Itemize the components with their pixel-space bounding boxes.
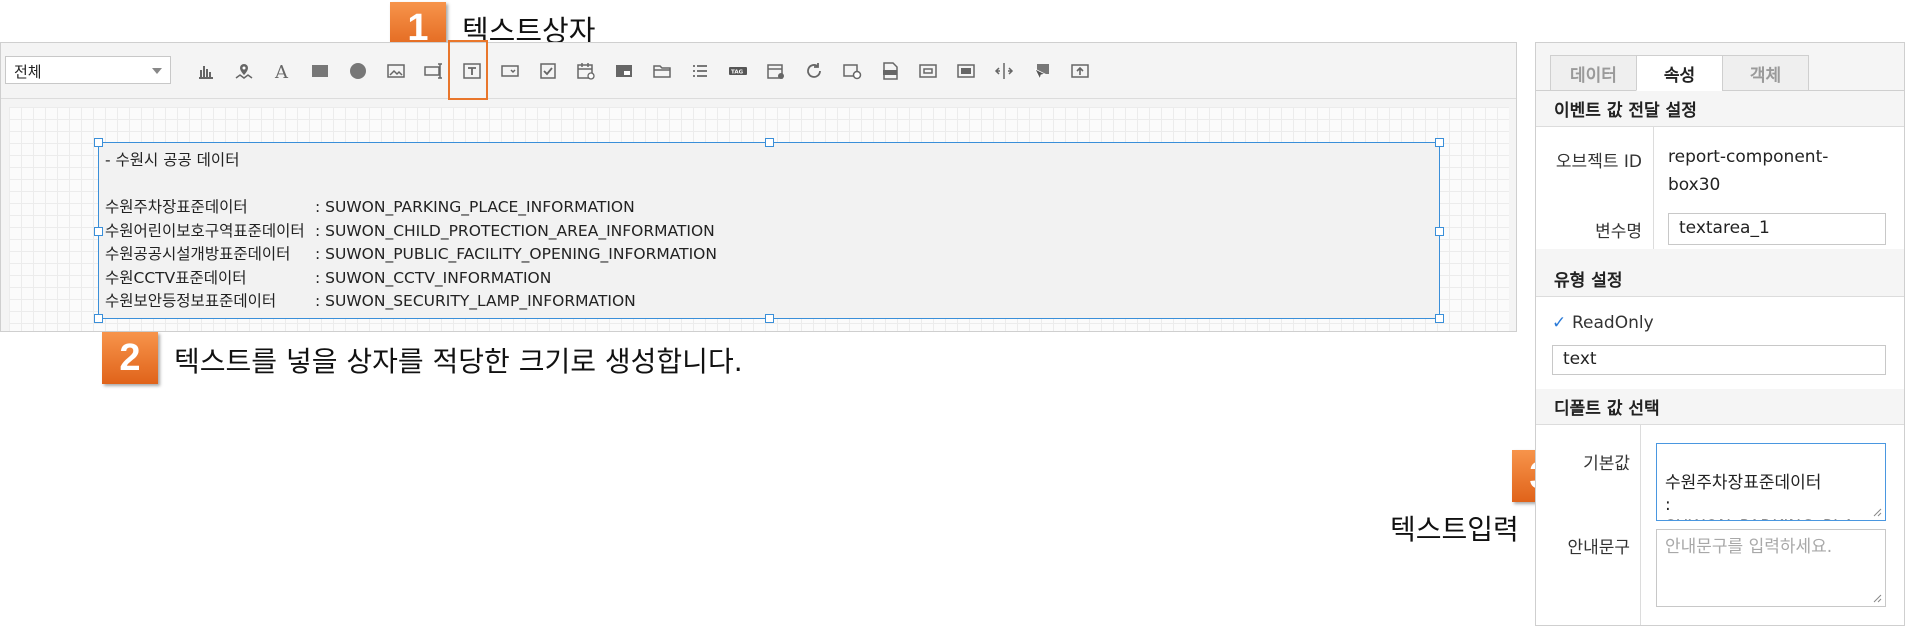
section-event-title: 이벤트 값 전달 설정 [1536, 91, 1904, 127]
frame-icon[interactable] [913, 57, 943, 85]
guide-text-label: 안내문구 [1567, 538, 1630, 558]
folder-icon[interactable] [647, 57, 677, 85]
screen: 1 텍스트상자 전체 A TAG - 수원시 공공 데이터 수원주차장표준데이터… [0, 0, 1905, 626]
textarea-content: - 수원시 공공 데이터 수원주차장표준데이터: SUWON_PARKING_P… [105, 149, 717, 314]
resize-handle-nw[interactable] [94, 138, 103, 147]
component-toolbar: 전체 A TAG [1, 40, 1516, 100]
resize-handle-w[interactable] [94, 227, 103, 236]
date-icon[interactable] [571, 57, 601, 85]
bar-chart-icon[interactable] [191, 57, 221, 85]
cursor-icon[interactable] [1027, 57, 1057, 85]
checkbox-icon[interactable] [533, 57, 563, 85]
tag-icon[interactable]: TAG [723, 57, 753, 85]
readonly-label: ReadOnly [1572, 313, 1654, 333]
dropdown-icon[interactable] [495, 57, 525, 85]
list-icon[interactable] [685, 57, 715, 85]
default-value-textarea[interactable]: 수원주차장표준데이터 : SUWON_PARKING_PLA [1656, 443, 1886, 521]
step-2-badge: 2 [102, 332, 158, 384]
textarea-component[interactable]: - 수원시 공공 데이터 수원주차장표준데이터: SUWON_PARKING_P… [94, 138, 1444, 323]
category-select-value: 전체 [14, 63, 42, 81]
variable-name-label: 변수명 [1595, 222, 1642, 242]
default-value-label: 기본값 [1583, 454, 1630, 474]
tab-objects[interactable]: 객체 [1722, 55, 1809, 91]
map-icon[interactable] [229, 57, 259, 85]
link-icon[interactable] [837, 57, 867, 85]
svg-text:A: A [274, 62, 289, 81]
tab-data[interactable]: 데이터 [1550, 55, 1637, 91]
divider [1640, 425, 1641, 625]
resize-grip-icon[interactable] [1872, 507, 1882, 517]
type-input[interactable]: text [1552, 345, 1886, 375]
chevron-down-icon [152, 68, 162, 74]
step-2-caption: 텍스트를 넣을 상자를 적당한 크기로 생성합니다. [174, 345, 743, 378]
component-icon[interactable] [951, 57, 981, 85]
image-icon[interactable] [381, 57, 411, 85]
data-row: 수원어린이보호구역표준데이터 : SUWON_CHILD_PROTECTION_… [105, 221, 715, 240]
rectangle-icon[interactable] [305, 57, 335, 85]
variable-name-input[interactable]: textarea_1 [1668, 213, 1886, 245]
object-id-label: 오브젝트 ID [1555, 152, 1642, 172]
resize-handle-n[interactable] [765, 138, 774, 147]
split-icon[interactable] [989, 57, 1019, 85]
resize-handle-e[interactable] [1435, 227, 1444, 236]
resize-handle-se[interactable] [1435, 314, 1444, 323]
upload-icon[interactable] [1065, 57, 1095, 85]
resize-handle-s[interactable] [765, 314, 774, 323]
text-icon[interactable]: A [267, 57, 297, 85]
svg-text:TAG: TAG [731, 70, 744, 76]
textarea-heading: - 수원시 공공 데이터 [105, 151, 240, 169]
guide-text-placeholder: 안내문구를 입력하세요. [1665, 537, 1833, 557]
default-value-text: 수원주차장표준데이터 : SUWON_PARKING_PLA [1665, 473, 1855, 520]
resize-handle-ne[interactable] [1435, 138, 1444, 147]
step-3-caption: 텍스트입력 [1390, 513, 1519, 546]
html-icon[interactable] [875, 57, 905, 85]
input-field-icon[interactable] [419, 57, 449, 85]
video-icon[interactable] [609, 57, 639, 85]
data-row: 수원CCTV표준데이터: SUWON_CCTV_INFORMATION [105, 268, 552, 287]
properties-panel: 데이터 속성 객체 이벤트 값 전달 설정 오브젝트 ID report-com… [1535, 42, 1905, 626]
guide-text-textarea[interactable]: 안내문구를 입력하세요. [1656, 529, 1886, 607]
category-select[interactable]: 전체 [5, 56, 171, 84]
resize-grip-icon[interactable] [1872, 593, 1882, 603]
section-type-title: 유형 설정 [1536, 261, 1904, 297]
panel-tabs: 데이터 속성 객체 [1550, 55, 1809, 91]
divider [1653, 127, 1654, 249]
calendar-refresh-icon[interactable] [761, 57, 791, 85]
data-row: 수원공공시설개방표준데이터: SUWON_PUBLIC_FACILITY_OPE… [105, 245, 717, 263]
textarea-tool-highlight [448, 40, 488, 100]
object-id-value: report-component-box30 [1668, 147, 1829, 195]
resize-handle-sw[interactable] [94, 314, 103, 323]
tab-properties[interactable]: 속성 [1636, 55, 1723, 91]
refresh-icon[interactable] [799, 57, 829, 85]
section-default-title: 디폴트 값 선택 [1536, 389, 1904, 425]
tool-icon-row: A TAG [191, 57, 1095, 85]
ellipse-icon[interactable] [343, 57, 373, 85]
readonly-checkbox-icon[interactable]: ✓ [1552, 313, 1566, 333]
data-row: 수원보안등정보표준데이터: SUWON_SECURITY_LAMP_INFORM… [105, 292, 636, 310]
data-row: 수원주차장표준데이터: SUWON_PARKING_PLACE_INFORMAT… [105, 198, 635, 216]
